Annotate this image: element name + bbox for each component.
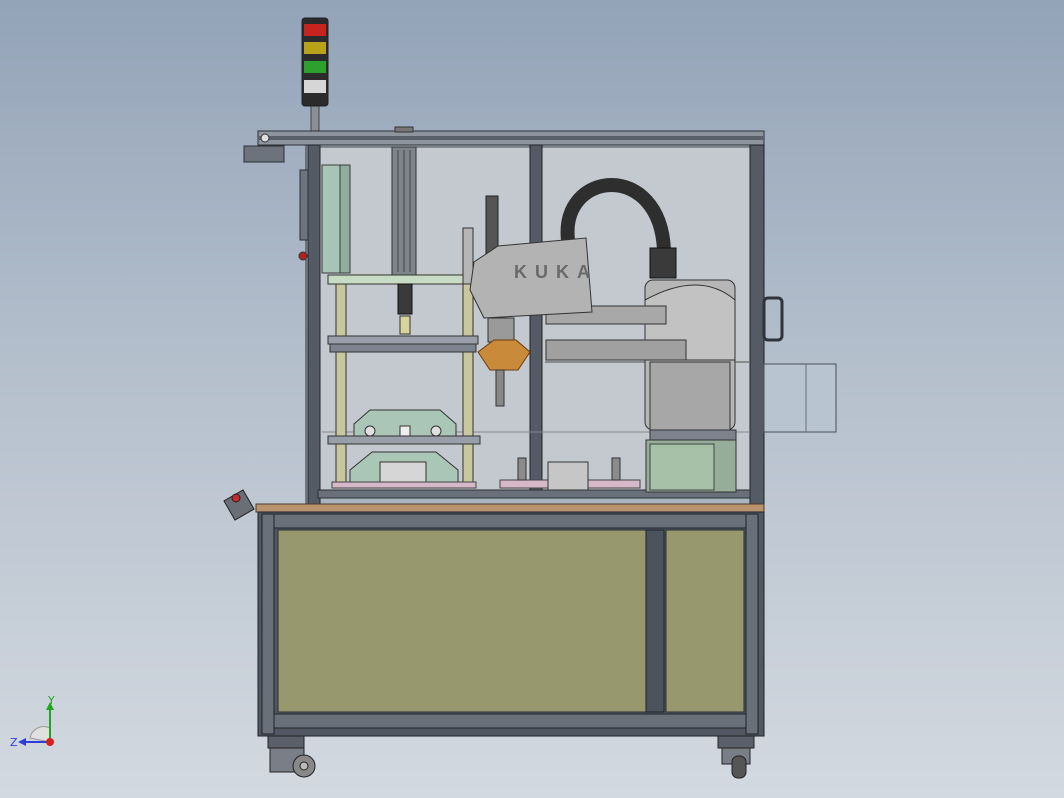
feeder-station	[499, 457, 641, 491]
x-axis-dot	[46, 738, 54, 746]
signal-light-amber	[304, 42, 326, 54]
robot-logo-text: KUKA	[514, 262, 598, 282]
signal-tower	[301, 17, 329, 134]
lower-cabinet	[257, 511, 765, 737]
signal-light-red	[304, 24, 326, 36]
frame-post	[529, 144, 543, 496]
caster-left	[267, 735, 316, 778]
reset-button[interactable]	[223, 489, 255, 521]
side-conveyor	[763, 363, 837, 433]
door-handle[interactable]	[762, 296, 784, 342]
cabinet-door-right[interactable]	[665, 529, 745, 713]
orientation-triad: Y Z	[10, 696, 55, 749]
signal-light-white	[304, 80, 326, 93]
tabletop	[255, 503, 765, 513]
signal-light-green	[304, 61, 326, 73]
z-axis-head	[18, 738, 26, 746]
cabinet-door-left[interactable]	[277, 529, 647, 713]
y-axis-label: Y	[47, 696, 55, 707]
z-axis-label: Z	[10, 736, 18, 749]
caster-right	[717, 735, 755, 779]
frame-post	[749, 144, 765, 506]
frame-post	[307, 144, 321, 506]
cad-viewport[interactable]: KUKA	[0, 0, 1064, 798]
estop-button[interactable]	[298, 251, 308, 261]
